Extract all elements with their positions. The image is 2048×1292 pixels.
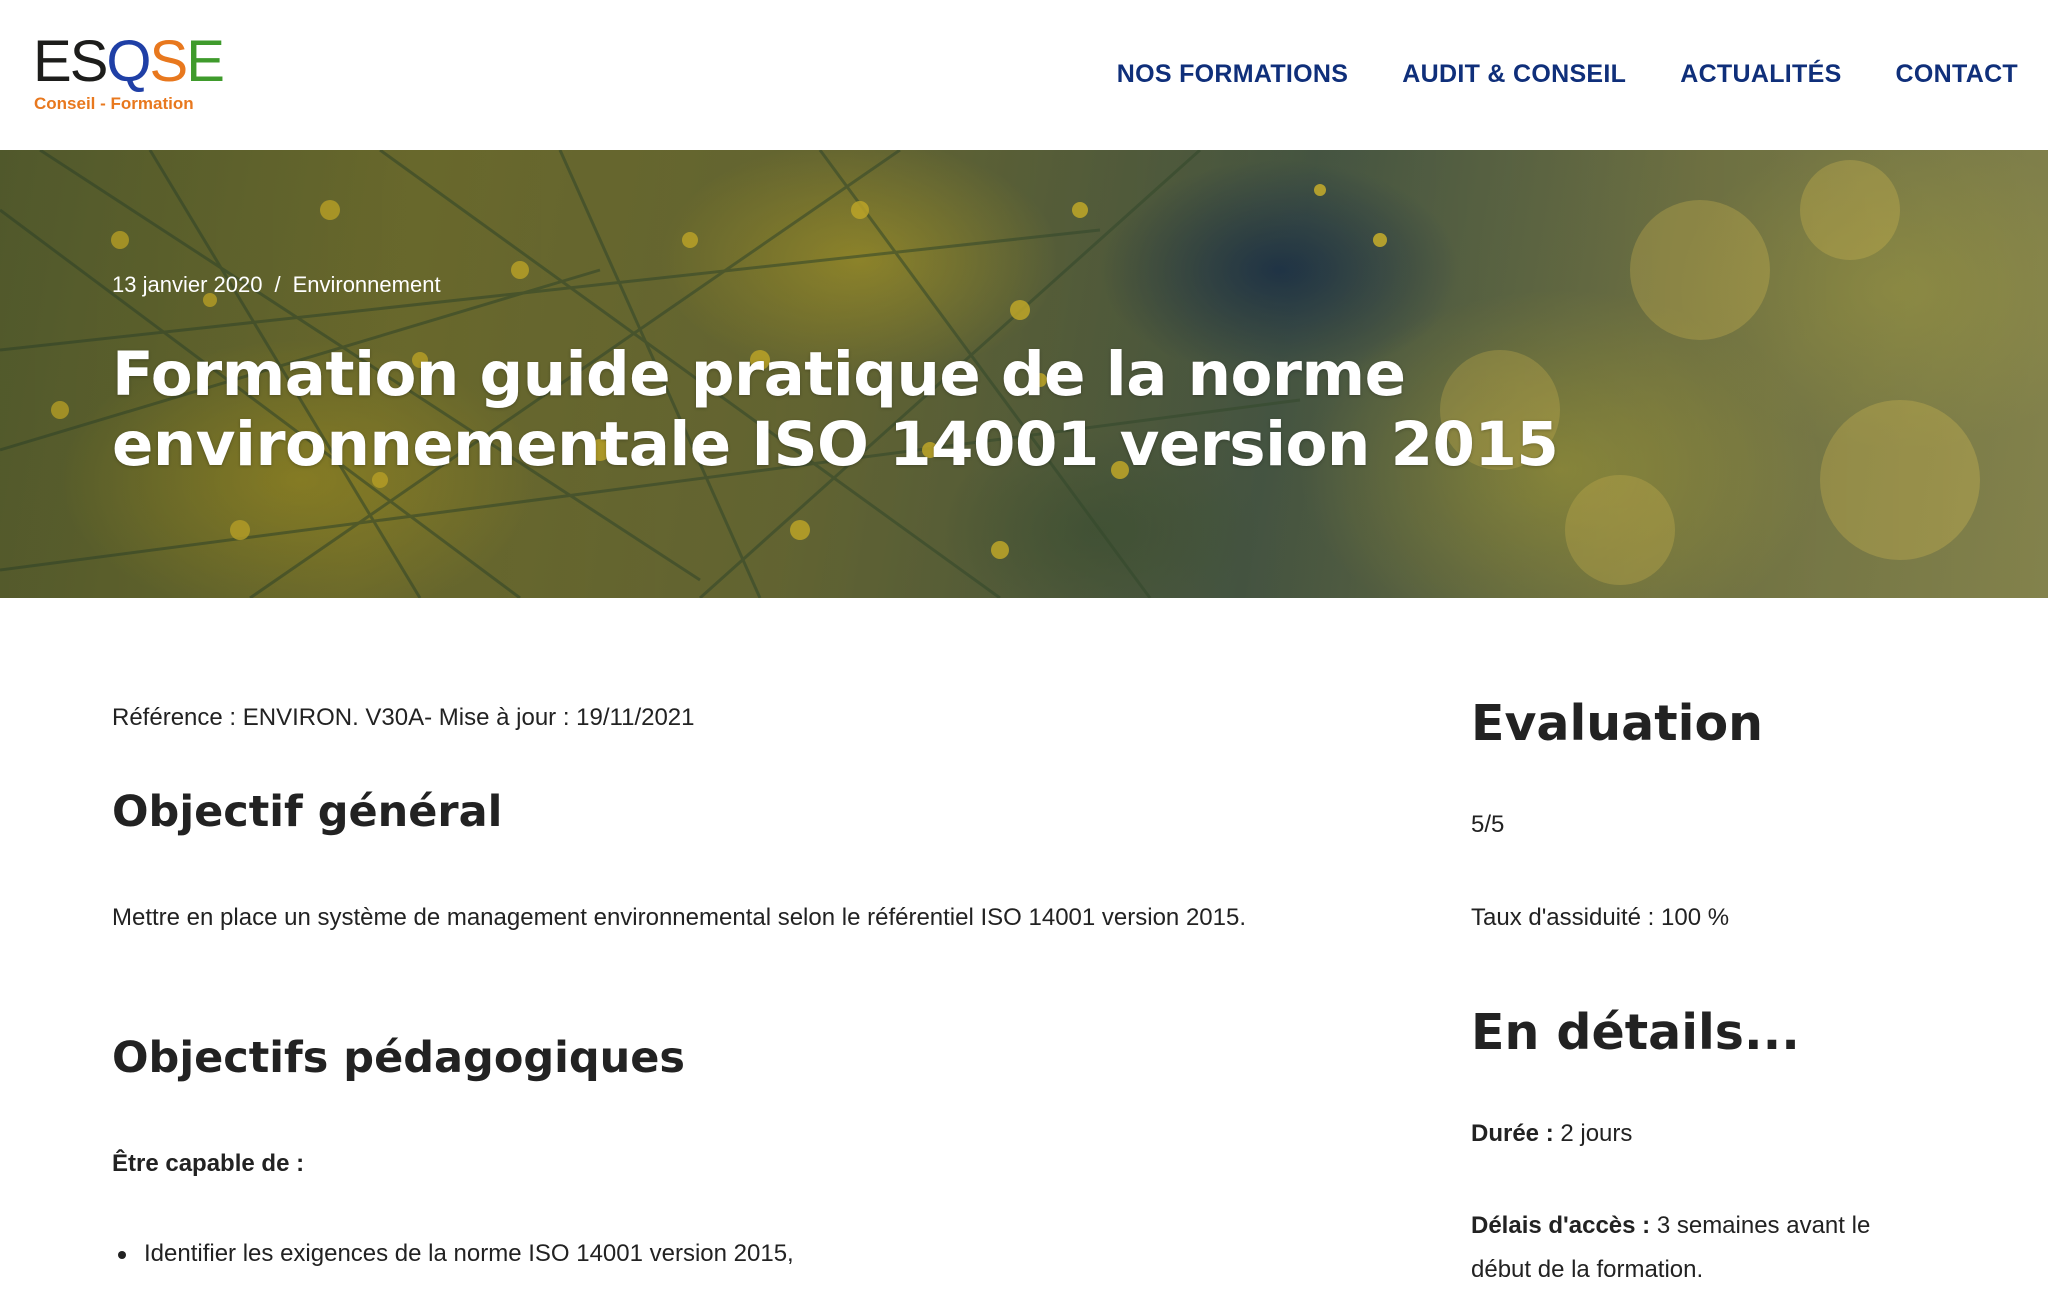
- logo-letter: E: [186, 29, 225, 94]
- site-header: ESQSE Conseil - Formation NOS FORMATIONS…: [0, 0, 2048, 150]
- heading-objectifs-pedagogiques: Objectifs pédagogiques: [112, 1033, 686, 1083]
- post-category-link[interactable]: Environnement: [293, 272, 441, 297]
- access-delay-detail: Délais d'accès : 3 semaines avant le déb…: [1471, 1204, 1870, 1292]
- list-item: Identifier les exigences de la norme ISO…: [112, 1232, 794, 1276]
- heading-en-details: En détails...: [1471, 1004, 1800, 1061]
- objectif-general-text: Mettre en place un système de management…: [112, 904, 1246, 931]
- page-title: Formation guide pratique de la norme env…: [112, 340, 1612, 480]
- duration-value: 2 jours: [1560, 1120, 1633, 1147]
- access-delay-value: 3 semaines avant le: [1656, 1212, 1871, 1239]
- access-delay-label: Délais d'accès :: [1471, 1212, 1651, 1239]
- nav-item-nos-formations[interactable]: NOS FORMATIONS: [1117, 56, 1349, 92]
- main-navigation: NOS FORMATIONS AUDIT & CONSEIL ACTUALITÉ…: [1117, 56, 2018, 92]
- meta-separator: /: [274, 272, 281, 297]
- post-meta: 13 janvier 2020 / Environnement: [112, 270, 441, 300]
- sidebar: Evaluation 5/5 Taux d'assiduité : 100 % …: [1471, 598, 1991, 1283]
- esqse-logo[interactable]: ESQSE Conseil - Formation: [33, 29, 225, 120]
- duration-detail: Durée : 2 jours: [1471, 1112, 1632, 1156]
- nav-item-contact[interactable]: CONTACT: [1896, 56, 2018, 92]
- logo-wordmark: ESQSE: [33, 29, 225, 94]
- logo-letter: S: [69, 29, 109, 94]
- logo-letter: S: [149, 29, 189, 94]
- main-content: Référence : ENVIRON. V30A- Mise à jour :…: [112, 598, 1342, 1280]
- capabilities-list: Identifier les exigences de la norme ISO…: [112, 1232, 794, 1276]
- duration-label: Durée :: [1471, 1120, 1554, 1147]
- page-title-line-1: Formation guide pratique de la norme: [112, 339, 1406, 410]
- heading-objectif-general: Objectif général: [112, 787, 503, 837]
- nav-item-audit-conseil[interactable]: AUDIT & CONSEIL: [1402, 56, 1626, 92]
- nav-item-actualites[interactable]: ACTUALITÉS: [1680, 56, 1841, 92]
- post-date: 13 janvier 2020: [112, 272, 263, 297]
- reference-text: Référence : ENVIRON. V30A- Mise à jour :…: [112, 704, 695, 731]
- access-delay-value-line-2: début de la formation.: [1471, 1256, 1704, 1283]
- rating-value: 5/5: [1471, 811, 1505, 838]
- capable-label: Être capable de :: [112, 1150, 305, 1177]
- logo-letter: E: [33, 29, 72, 94]
- logo-tagline: Conseil - Formation: [34, 94, 194, 113]
- page-title-line-2: environnementale ISO 14001 version 2015: [112, 409, 1559, 480]
- logo-letter: Q: [106, 29, 151, 94]
- hero-banner: 13 janvier 2020 / Environnement Formation …: [0, 150, 2048, 598]
- heading-evaluation: Evaluation: [1471, 695, 1763, 752]
- attendance-rate: Taux d'assiduité : 100 %: [1471, 904, 1730, 931]
